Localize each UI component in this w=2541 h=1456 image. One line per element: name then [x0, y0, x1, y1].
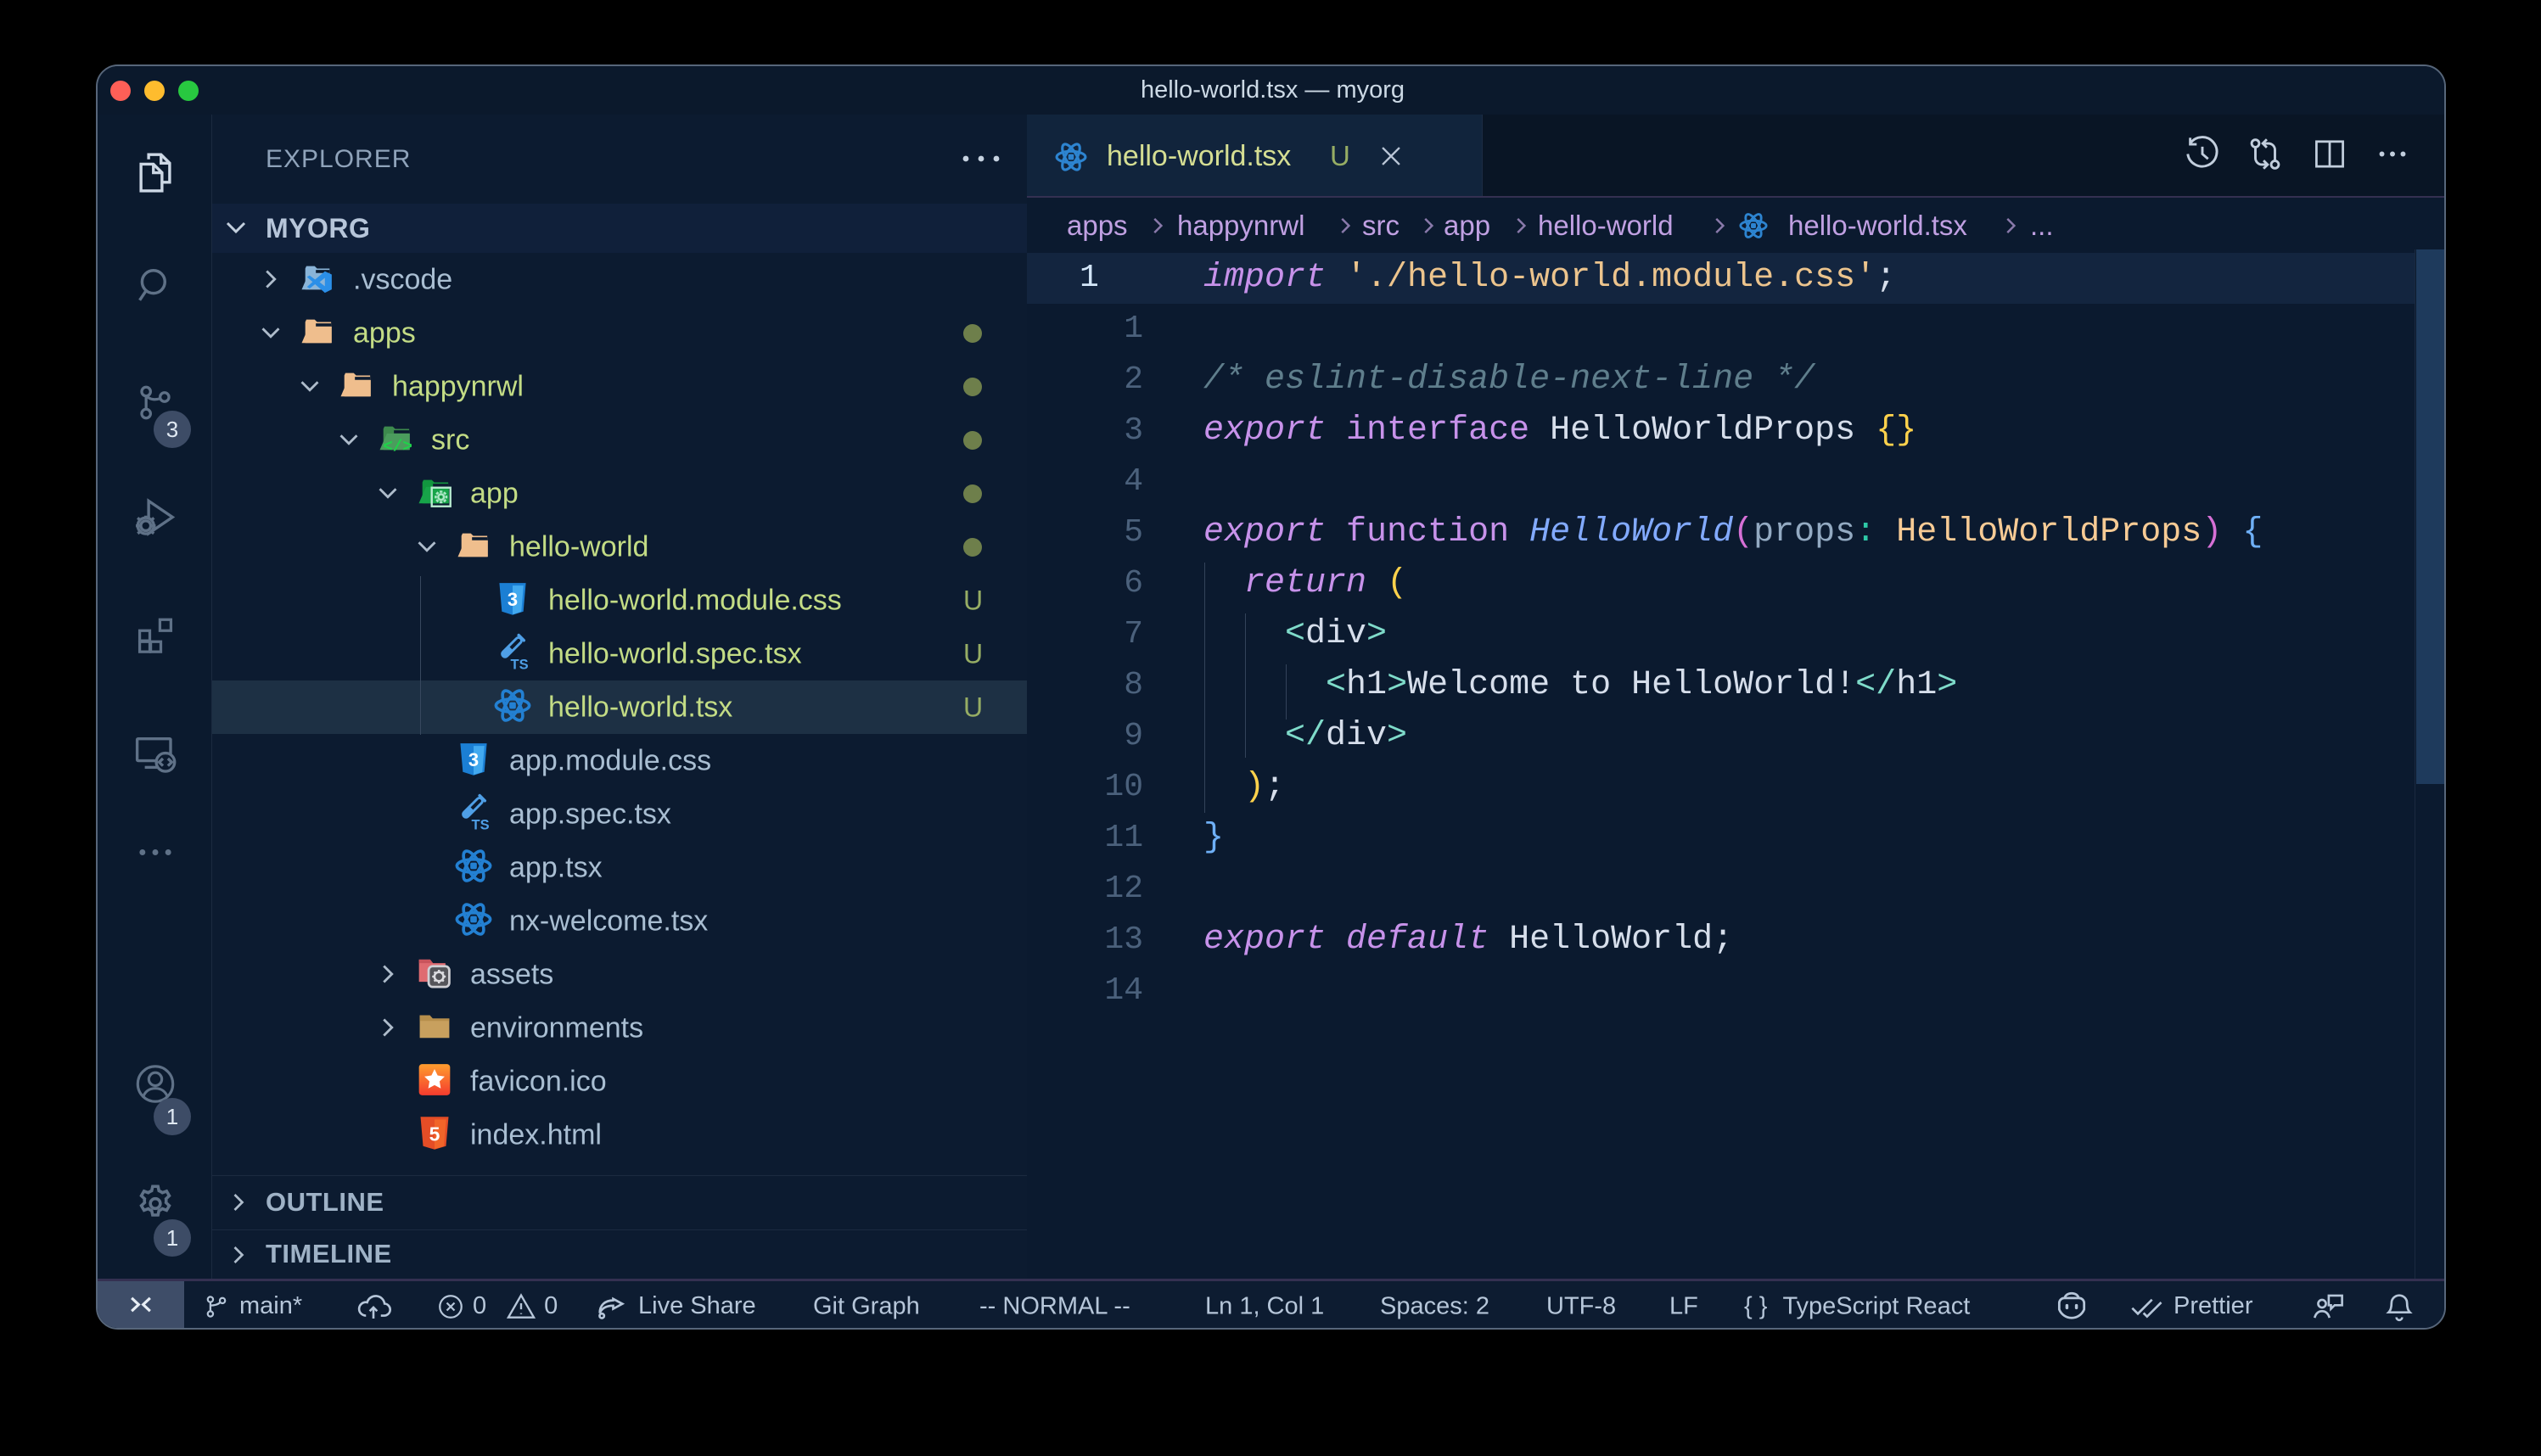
svg-text:3: 3 [468, 748, 479, 770]
svg-text:TS: TS [472, 817, 490, 831]
svg-text:5: 5 [429, 1123, 440, 1145]
svg-text:TS: TS [511, 657, 529, 670]
svg-text:3: 3 [508, 588, 518, 609]
svg-text:</>: </> [383, 437, 412, 456]
